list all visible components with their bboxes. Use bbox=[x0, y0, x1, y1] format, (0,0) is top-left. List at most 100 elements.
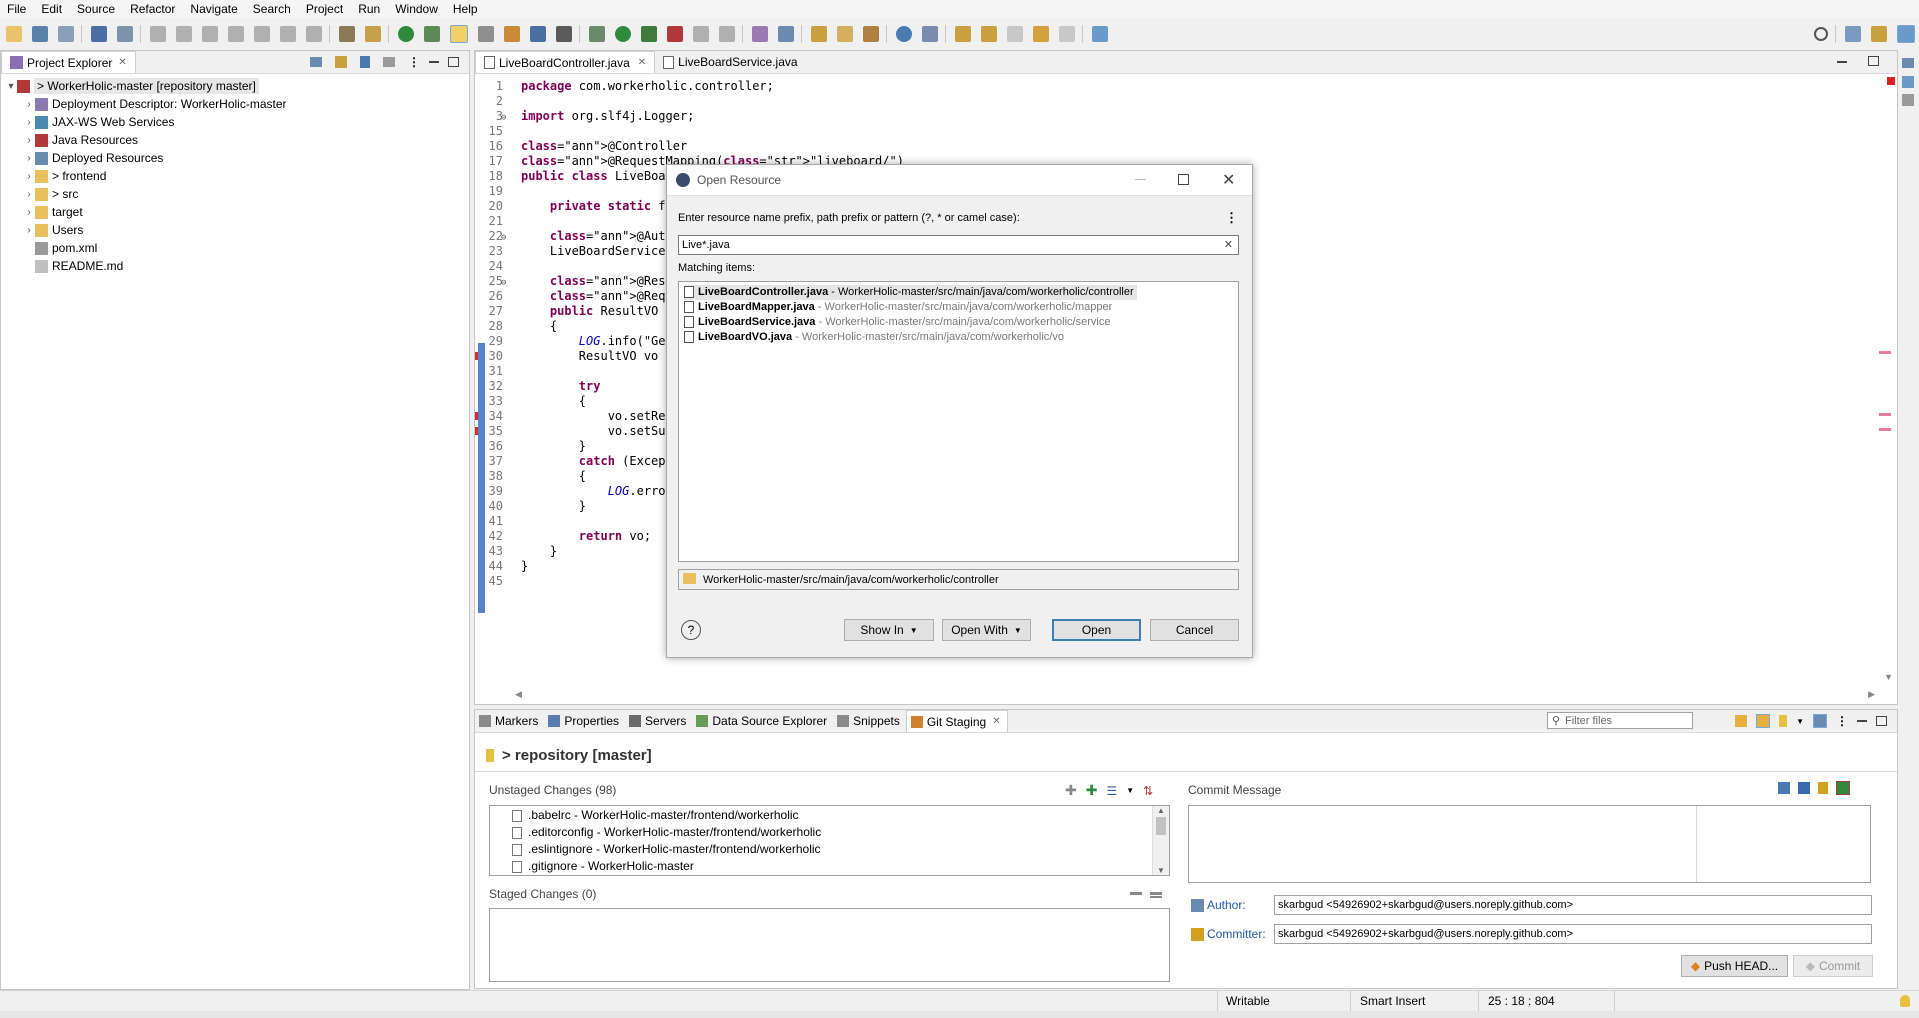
push-head-button[interactable]: ◆ Push HEAD... bbox=[1681, 955, 1788, 977]
scroll-right-icon[interactable]: ▶ bbox=[1868, 689, 1875, 700]
code-line[interactable]: 16 class="ann">@Controller bbox=[475, 139, 1897, 154]
horizontal-scrollbar[interactable]: ◀ ▶ bbox=[515, 688, 1875, 700]
menu-search[interactable]: Search bbox=[246, 2, 299, 16]
link-with-editor-icon[interactable] bbox=[335, 56, 347, 68]
help-icon[interactable]: ? bbox=[681, 620, 701, 640]
pin-editor-icon[interactable] bbox=[1092, 26, 1108, 42]
menu-navigate[interactable]: Navigate bbox=[183, 2, 245, 16]
remove-selected-icon[interactable] bbox=[1130, 892, 1142, 895]
add-selected-icon[interactable]: ✚ bbox=[1065, 782, 1077, 799]
signed-off-icon[interactable] bbox=[1798, 782, 1810, 794]
code-line[interactable]: 1 package com.workerholic.controller; bbox=[475, 79, 1897, 94]
tab-data-source-explorer[interactable]: Data Source Explorer bbox=[692, 711, 833, 732]
sort-icon[interactable]: ⇅ bbox=[1143, 784, 1153, 798]
clear-icon[interactable]: ✕ bbox=[1224, 238, 1233, 251]
code-line[interactable]: 2 bbox=[475, 94, 1897, 109]
menu-source[interactable]: Source bbox=[70, 2, 123, 16]
search-tool-icon[interactable] bbox=[922, 26, 938, 42]
tab-liveboardcontroller[interactable]: LiveBoardController.java ✕ bbox=[475, 51, 656, 73]
build-icon[interactable] bbox=[424, 26, 440, 42]
expanded-arrow-icon[interactable]: ▾ bbox=[5, 81, 17, 92]
close-icon[interactable]: ✕ bbox=[118, 57, 126, 68]
fold-icon[interactable]: ⊖ bbox=[501, 113, 506, 123]
maximize-icon[interactable] bbox=[1868, 56, 1879, 66]
filter-icon[interactable] bbox=[360, 56, 370, 68]
step-into-icon[interactable] bbox=[254, 26, 270, 42]
tab-servers[interactable]: Servers bbox=[625, 711, 692, 732]
collapsed-arrow-icon[interactable]: › bbox=[23, 99, 35, 110]
disconnect-icon[interactable] bbox=[228, 26, 244, 42]
step-return-icon[interactable] bbox=[306, 26, 322, 42]
dropdown-icon[interactable]: ▼ bbox=[1796, 717, 1804, 726]
new-package-icon[interactable] bbox=[778, 26, 794, 42]
debug-icon[interactable] bbox=[589, 26, 605, 42]
toggle-block-icon[interactable] bbox=[504, 26, 520, 42]
refresh-icon[interactable] bbox=[1735, 715, 1748, 727]
collapsed-arrow-icon[interactable]: › bbox=[23, 171, 35, 182]
new-java-project-icon[interactable] bbox=[752, 26, 768, 42]
open-with-button[interactable]: Open With ▼ bbox=[942, 619, 1031, 641]
unstaged-file[interactable]: .gitignore - WorkerHolic-master bbox=[490, 858, 1169, 875]
remove-all-icon[interactable] bbox=[1150, 892, 1162, 898]
profile-icon[interactable] bbox=[719, 26, 735, 42]
commit-button[interactable]: ◆ Commit bbox=[1793, 955, 1873, 977]
add-all-icon[interactable]: ✚ bbox=[1086, 782, 1098, 799]
tip-icon[interactable] bbox=[1900, 995, 1910, 1007]
code-line[interactable]: 15 bbox=[475, 124, 1897, 139]
link-selection-icon[interactable] bbox=[1756, 714, 1771, 728]
tree-item[interactable]: › JAX-WS Web Services bbox=[1, 113, 469, 131]
view-menu-icon[interactable]: ⋮ bbox=[1836, 714, 1848, 728]
tree-item[interactable]: › Users bbox=[1, 221, 469, 239]
error-marker[interactable] bbox=[1879, 413, 1891, 416]
status-cursor-position[interactable]: 25 : 18 : 804 bbox=[1488, 994, 1555, 1008]
external-tools-icon[interactable] bbox=[667, 26, 683, 42]
menu-window[interactable]: Window bbox=[388, 2, 446, 16]
error-marker[interactable] bbox=[1879, 428, 1891, 431]
coverage-icon[interactable] bbox=[641, 26, 657, 42]
suspend-icon[interactable] bbox=[176, 26, 192, 42]
open-type-icon[interactable] bbox=[365, 26, 381, 42]
minimize-icon[interactable] bbox=[1837, 61, 1847, 63]
scroll-left-icon[interactable]: ◀ bbox=[515, 689, 522, 700]
outline-icon[interactable] bbox=[1902, 58, 1914, 68]
minimize-icon[interactable] bbox=[1135, 179, 1146, 180]
next-annotation-icon[interactable] bbox=[478, 26, 494, 42]
error-marker[interactable] bbox=[1879, 351, 1891, 354]
focus-icon[interactable] bbox=[383, 57, 395, 67]
scroll-down-icon[interactable]: ▼ bbox=[1153, 866, 1169, 875]
matching-items-list[interactable]: LiveBoardController.java - WorkerHolic-m… bbox=[678, 281, 1239, 562]
close-icon[interactable]: ✕ bbox=[638, 57, 646, 68]
matching-item[interactable]: LiveBoardVO.java - WorkerHolic-master/sr… bbox=[679, 330, 1238, 345]
tab-liveboardservice[interactable]: LiveBoardService.java bbox=[655, 52, 805, 73]
next-edit-icon[interactable] bbox=[955, 26, 971, 42]
resume-icon[interactable] bbox=[150, 26, 166, 42]
terminate-icon[interactable] bbox=[202, 26, 218, 42]
unstaged-file[interactable]: .eslintignore - WorkerHolic-master/front… bbox=[490, 841, 1169, 858]
fold-icon[interactable]: ⊖ bbox=[501, 233, 506, 243]
open-task-icon[interactable] bbox=[339, 26, 355, 42]
navigate-back-icon[interactable] bbox=[1033, 26, 1049, 42]
tree-item[interactable]: pom.xml bbox=[1, 239, 469, 257]
back-icon[interactable] bbox=[1007, 26, 1023, 42]
open-folder-icon[interactable] bbox=[811, 26, 827, 42]
unstaged-list[interactable]: .babelrc - WorkerHolic-master/frontend/w… bbox=[489, 805, 1170, 876]
word-wrap-icon[interactable] bbox=[530, 26, 546, 42]
collapsed-arrow-icon[interactable]: › bbox=[23, 153, 35, 164]
maximize-icon[interactable] bbox=[1178, 174, 1189, 185]
stop-icon[interactable] bbox=[693, 26, 709, 42]
save-all-icon[interactable] bbox=[58, 26, 74, 42]
view-menu-icon[interactable]: ⋮ bbox=[1225, 210, 1238, 226]
commit-message-input[interactable] bbox=[1188, 805, 1871, 883]
tree-item[interactable]: README.md bbox=[1, 257, 469, 275]
cancel-button[interactable]: Cancel bbox=[1150, 619, 1239, 641]
collapsed-arrow-icon[interactable]: › bbox=[23, 207, 35, 218]
tree-item[interactable]: › Deployment Descriptor: WorkerHolic-mast… bbox=[1, 95, 469, 113]
tree-item[interactable]: › Java Resources bbox=[1, 131, 469, 149]
menu-run[interactable]: Run bbox=[351, 2, 388, 16]
layout-icon[interactable] bbox=[1813, 714, 1827, 728]
collapsed-arrow-icon[interactable]: › bbox=[23, 117, 35, 128]
tree-item[interactable]: › target bbox=[1, 203, 469, 221]
menu-edit[interactable]: Edit bbox=[34, 2, 70, 16]
console-icon[interactable] bbox=[1902, 94, 1914, 106]
maximize-icon[interactable] bbox=[448, 57, 459, 67]
